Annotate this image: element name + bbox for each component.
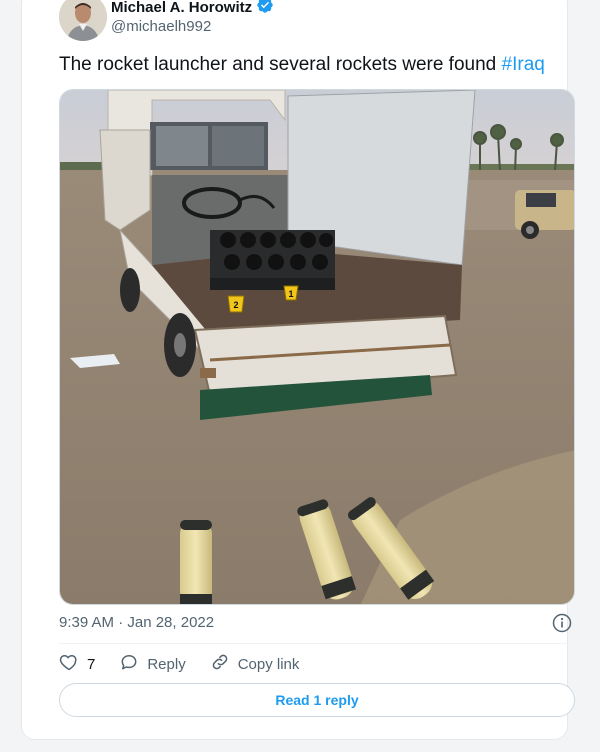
hashtag-link[interactable]: #Iraq — [502, 54, 545, 75]
copy-link-label: Copy link — [237, 655, 300, 673]
reply-label: Reply — [147, 655, 186, 673]
marker-1-label: 1 — [288, 289, 293, 299]
actions-divider — [59, 643, 575, 644]
like-count: 7 — [87, 655, 96, 673]
tweet-body: The rocket launcher and several rockets … — [59, 54, 497, 75]
tweet-card: Michael A. Horowitz @michaelh992 The roc… — [21, 0, 575, 740]
evidence-marker-2: 2 — [227, 295, 245, 313]
heart-icon — [59, 652, 79, 676]
like-button[interactable]: 7 — [59, 652, 95, 676]
copy-link-button[interactable]: Copy link — [210, 652, 300, 676]
verified-badge-icon — [256, 0, 274, 19]
author-display-name[interactable]: Michael A. Horowitz — [111, 0, 252, 16]
tweet-text: The rocket launcher and several rockets … — [59, 53, 545, 77]
author-handle[interactable]: @michaelh992 — [111, 18, 211, 35]
read-replies-button[interactable]: Read 1 reply — [59, 683, 575, 717]
evidence-marker-1: 1 — [283, 285, 299, 301]
tweet-timestamp[interactable]: 9:39 AM · Jan 28, 2022 — [59, 614, 214, 631]
marker-2-label: 2 — [233, 300, 238, 310]
author-name-row: Michael A. Horowitz — [111, 0, 274, 17]
link-icon — [210, 652, 230, 676]
info-icon[interactable] — [552, 613, 572, 633]
reply-button[interactable]: Reply — [119, 652, 186, 676]
tweet-actions: 7 Reply Copy link — [59, 652, 299, 676]
reply-bubble-icon — [119, 652, 139, 676]
tweet-photo[interactable]: 1 2 — [59, 89, 575, 605]
avatar[interactable] — [59, 0, 107, 41]
